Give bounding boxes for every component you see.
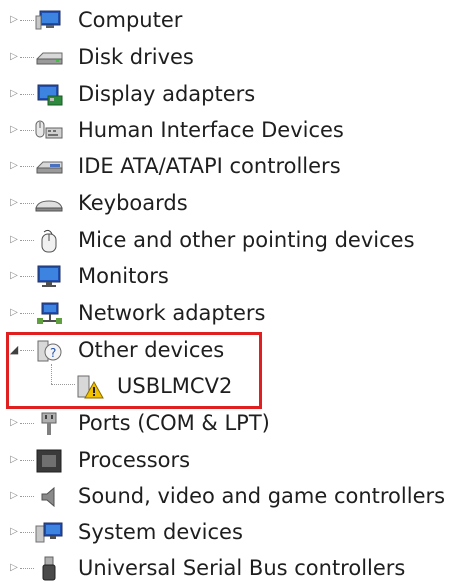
tree-connector: [20, 20, 34, 21]
tree-item-label: Ports (COM & LPT): [78, 411, 270, 435]
tree-item-keyboards[interactable]: ▷ Keyboards: [0, 185, 453, 221]
expand-arrow-icon[interactable]: ▷: [8, 454, 20, 466]
display-adapter-icon: [34, 82, 64, 108]
tree-item-label: Monitors: [78, 264, 169, 288]
processor-icon: [34, 448, 64, 474]
expand-arrow-icon[interactable]: ▷: [8, 160, 20, 172]
tree-connector: [20, 240, 34, 241]
expand-arrow-icon[interactable]: ▷: [8, 197, 20, 209]
tree-item-ide-controllers[interactable]: ▷ IDE ATA/ATAPI controllers: [0, 148, 453, 184]
tree-item-computer[interactable]: ▷ Computer: [0, 2, 453, 38]
tree-item-label: Display adapters: [78, 82, 256, 106]
usb-icon: [34, 556, 64, 582]
expand-arrow-icon[interactable]: ▷: [8, 234, 20, 246]
ide-controller-icon: [34, 154, 64, 180]
tree-connector: [20, 532, 34, 533]
network-adapter-icon: [34, 301, 64, 327]
tree-item-display-adapters[interactable]: ▷ Display adapters: [0, 76, 453, 112]
expand-arrow-icon[interactable]: ▷: [8, 124, 20, 136]
tree-connector: [20, 276, 34, 277]
tree-item-label: Processors: [78, 448, 191, 472]
device-tree: ▷ Computer ▷ Disk drives ▷ Display adapt…: [0, 0, 453, 584]
monitor-icon: [34, 264, 64, 290]
tree-item-label: Sound, video and game controllers: [78, 484, 446, 508]
system-device-icon: [34, 520, 64, 546]
tree-item-mice[interactable]: ▷ Mice and other pointing devices: [0, 222, 453, 258]
tree-item-sound-video-game[interactable]: ▷ Sound, video and game controllers: [0, 478, 453, 514]
tree-item-label: Network adapters: [78, 301, 266, 325]
tree-connector: [20, 166, 34, 167]
tree-connector: [20, 568, 34, 569]
tree-item-monitors[interactable]: ▷ Monitors: [0, 258, 453, 294]
tree-connector: [20, 496, 34, 497]
expand-arrow-icon[interactable]: ▷: [8, 490, 20, 502]
tree-item-human-interface-devices[interactable]: ▷ Human Interface Devices: [0, 112, 453, 148]
expand-arrow-icon[interactable]: ▷: [8, 88, 20, 100]
speaker-icon: [34, 484, 64, 510]
red-highlight-box: [6, 332, 262, 409]
keyboard-icon: [34, 191, 64, 217]
tree-connector: [20, 423, 34, 424]
disk-drive-icon: [34, 45, 64, 71]
tree-item-label: Universal Serial Bus controllers: [78, 556, 406, 580]
tree-connector: [20, 130, 34, 131]
tree-item-label: Keyboards: [78, 191, 188, 215]
port-icon: [34, 411, 64, 437]
tree-item-usb-controllers[interactable]: ▷ Universal Serial Bus controllers: [0, 550, 453, 586]
tree-item-label: System devices: [78, 520, 243, 544]
tree-connector: [20, 57, 34, 58]
expand-arrow-icon[interactable]: ▷: [8, 307, 20, 319]
tree-item-system-devices[interactable]: ▷ System devices: [0, 514, 453, 550]
tree-item-label: IDE ATA/ATAPI controllers: [78, 154, 341, 178]
hid-icon: [34, 118, 64, 144]
tree-item-ports[interactable]: ▷ Ports (COM & LPT): [0, 405, 453, 441]
tree-item-label: Disk drives: [78, 45, 194, 69]
tree-item-processors[interactable]: ▷ Processors: [0, 442, 453, 478]
expand-arrow-icon[interactable]: ▷: [8, 14, 20, 26]
expand-arrow-icon[interactable]: ▷: [8, 562, 20, 574]
tree-item-network-adapters[interactable]: ▷ Network adapters: [0, 295, 453, 331]
tree-connector: [20, 94, 34, 95]
expand-arrow-icon[interactable]: ▷: [8, 417, 20, 429]
expand-arrow-icon[interactable]: ▷: [8, 526, 20, 538]
expand-arrow-icon[interactable]: ▷: [8, 51, 20, 63]
tree-item-disk-drives[interactable]: ▷ Disk drives: [0, 39, 453, 75]
expand-arrow-icon[interactable]: ▷: [8, 270, 20, 282]
tree-item-label: Mice and other pointing devices: [78, 228, 415, 252]
mouse-icon: [34, 228, 64, 254]
tree-item-label: Human Interface Devices: [78, 118, 344, 142]
tree-connector: [20, 203, 34, 204]
tree-item-label: Computer: [78, 8, 183, 32]
computer-icon: [34, 8, 64, 34]
tree-connector: [20, 313, 34, 314]
tree-connector: [20, 460, 34, 461]
